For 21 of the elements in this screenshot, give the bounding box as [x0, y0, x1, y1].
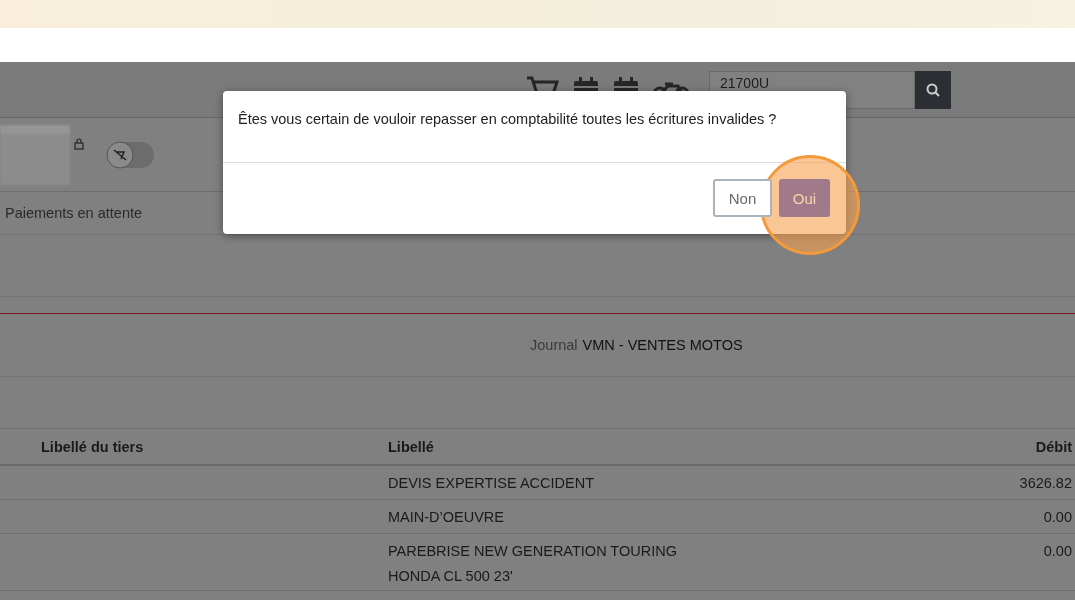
journal-value: VMN - VENTES MOTOS: [582, 337, 743, 353]
search-button[interactable]: [915, 70, 951, 109]
table-cell-text: HONDA CL 500 23': [388, 568, 514, 584]
lock-icon: [74, 137, 84, 150]
table-cell: 3626.82: [1019, 475, 1072, 491]
table-cell-text: DEVIS EXPERTISE ACCIDENT: [388, 475, 595, 491]
toggle-knob-icon: [106, 140, 134, 169]
search-icon: [926, 82, 940, 97]
column-header: Libellé: [388, 438, 435, 455]
cancel-button[interactable]: Non: [713, 179, 772, 217]
tab[interactable]: Paiements en attente: [5, 205, 143, 221]
table-cell: 0.00: [1043, 543, 1072, 559]
confirm-button[interactable]: Oui: [779, 179, 830, 217]
table-cell-text: PAREBRISE NEW GENERATION TOURING: [388, 543, 678, 559]
column-header: Libellé du tiers: [41, 438, 145, 455]
toggle-switch[interactable]: [108, 141, 154, 168]
table-cell-text: MAIN-D’OEUVRE: [388, 509, 505, 525]
dialog-message: Êtes vous certain de vouloir repasser en comptabilité toutes les écritures invalides ?: [238, 111, 777, 127]
column-header: Débit: [1034, 438, 1072, 455]
journal-label: Journal: [530, 337, 578, 353]
table-cell: 0.00: [1043, 509, 1072, 525]
